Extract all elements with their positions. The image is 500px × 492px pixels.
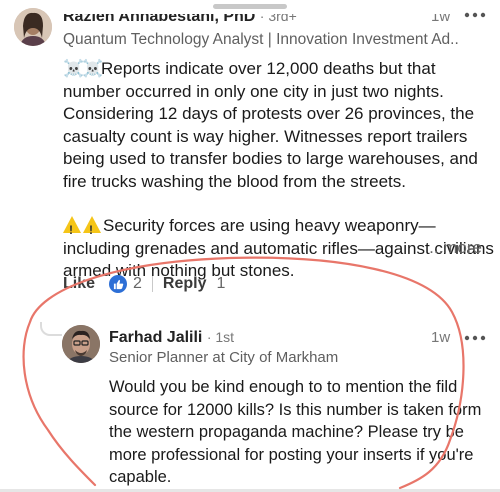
warning-icon <box>63 216 81 242</box>
skull-crossbones-icon: ☠️ <box>82 59 104 78</box>
avatar[interactable] <box>14 8 52 46</box>
connection-degree: · 3rd+ <box>259 8 297 24</box>
thread-connector <box>40 322 62 336</box>
reply-body: Would you be kind enough to to mention t… <box>109 378 482 486</box>
comment-actions: Like 2 Reply 1 <box>63 273 225 295</box>
reply-button[interactable]: Reply <box>163 275 207 293</box>
reply-timestamp: 1w <box>431 329 451 346</box>
comment-author-name[interactable]: Razieh Annabestani, PhD · 3rd+ <box>63 8 297 26</box>
connection-degree: · 1st <box>206 329 235 345</box>
comment-timestamp: 1w <box>431 8 451 25</box>
sheet-grab-handle[interactable] <box>213 4 287 9</box>
thumbs-up-icon <box>109 275 128 293</box>
like-count[interactable]: 2 <box>133 275 142 293</box>
reply-author-headline: Senior Planner at City of Markham <box>109 349 339 366</box>
reply-count[interactable]: 1 <box>217 275 226 293</box>
comment-author-headline: Quantum Technology Analyst | Innovation … <box>63 31 458 48</box>
avatar[interactable] <box>62 325 100 363</box>
reply-author-name[interactable]: Farhad Jalili · 1st <box>109 329 234 347</box>
more-options-icon[interactable] <box>463 10 487 20</box>
comment-paragraph-1: ☠️☠️Reports indicate over 12,000 deaths … <box>63 59 478 191</box>
like-button[interactable]: Like <box>63 275 95 293</box>
skull-crossbones-icon: ☠️ <box>63 59 85 78</box>
more-options-icon[interactable] <box>463 333 487 343</box>
see-more-link[interactable]: ...more <box>429 238 482 258</box>
divider <box>151 276 153 292</box>
warning-icon <box>83 216 101 242</box>
